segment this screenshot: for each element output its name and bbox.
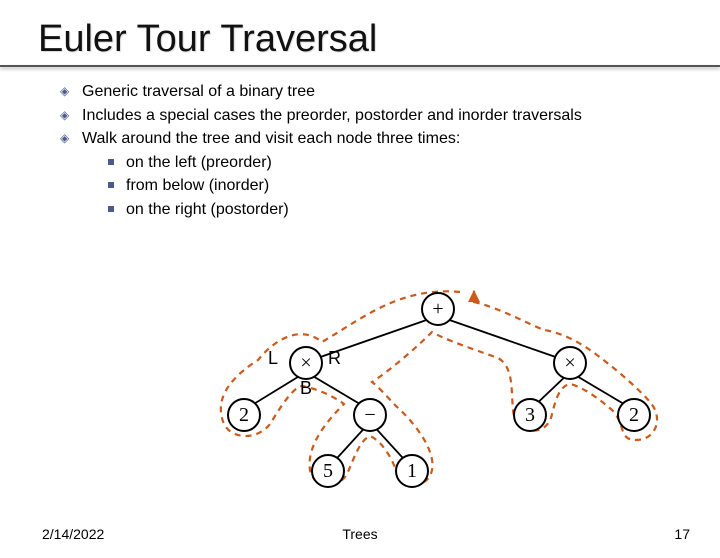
node-plus: + xyxy=(421,292,455,326)
tour-arrowhead-icon xyxy=(468,290,480,302)
bullet-content: Generic traversal of a binary tree Inclu… xyxy=(0,81,720,221)
label-below-visit: B xyxy=(300,378,312,399)
label-left-visit: L xyxy=(268,348,278,369)
node-minus: − xyxy=(353,398,387,432)
bullet-1: Generic traversal of a binary tree xyxy=(60,81,692,103)
label-right-visit: R xyxy=(328,348,341,369)
bullet-3: Walk around the tree and visit each node… xyxy=(60,128,692,220)
node-1: 1 xyxy=(395,454,429,488)
slide-title: Euler Tour Traversal xyxy=(38,18,720,61)
node-5: 5 xyxy=(311,454,345,488)
node-3: 3 xyxy=(513,398,547,432)
sub-bullet-2: from below (inorder) xyxy=(108,175,692,197)
title-underline xyxy=(0,65,720,67)
tree-diagram: L R B + × × 2 − 3 2 5 1 xyxy=(0,290,720,520)
sub-bullet-3: on the right (postorder) xyxy=(108,199,692,221)
node-mul-right: × xyxy=(553,346,587,380)
sub-bullet-1: on the left (preorder) xyxy=(108,152,692,174)
node-mul-left: × xyxy=(289,346,323,380)
bullet-3-text: Walk around the tree and visit each node… xyxy=(82,130,460,147)
bullet-2: Includes a special cases the preorder, p… xyxy=(60,105,692,127)
node-2-right: 2 xyxy=(617,398,651,432)
node-2-left: 2 xyxy=(227,398,261,432)
